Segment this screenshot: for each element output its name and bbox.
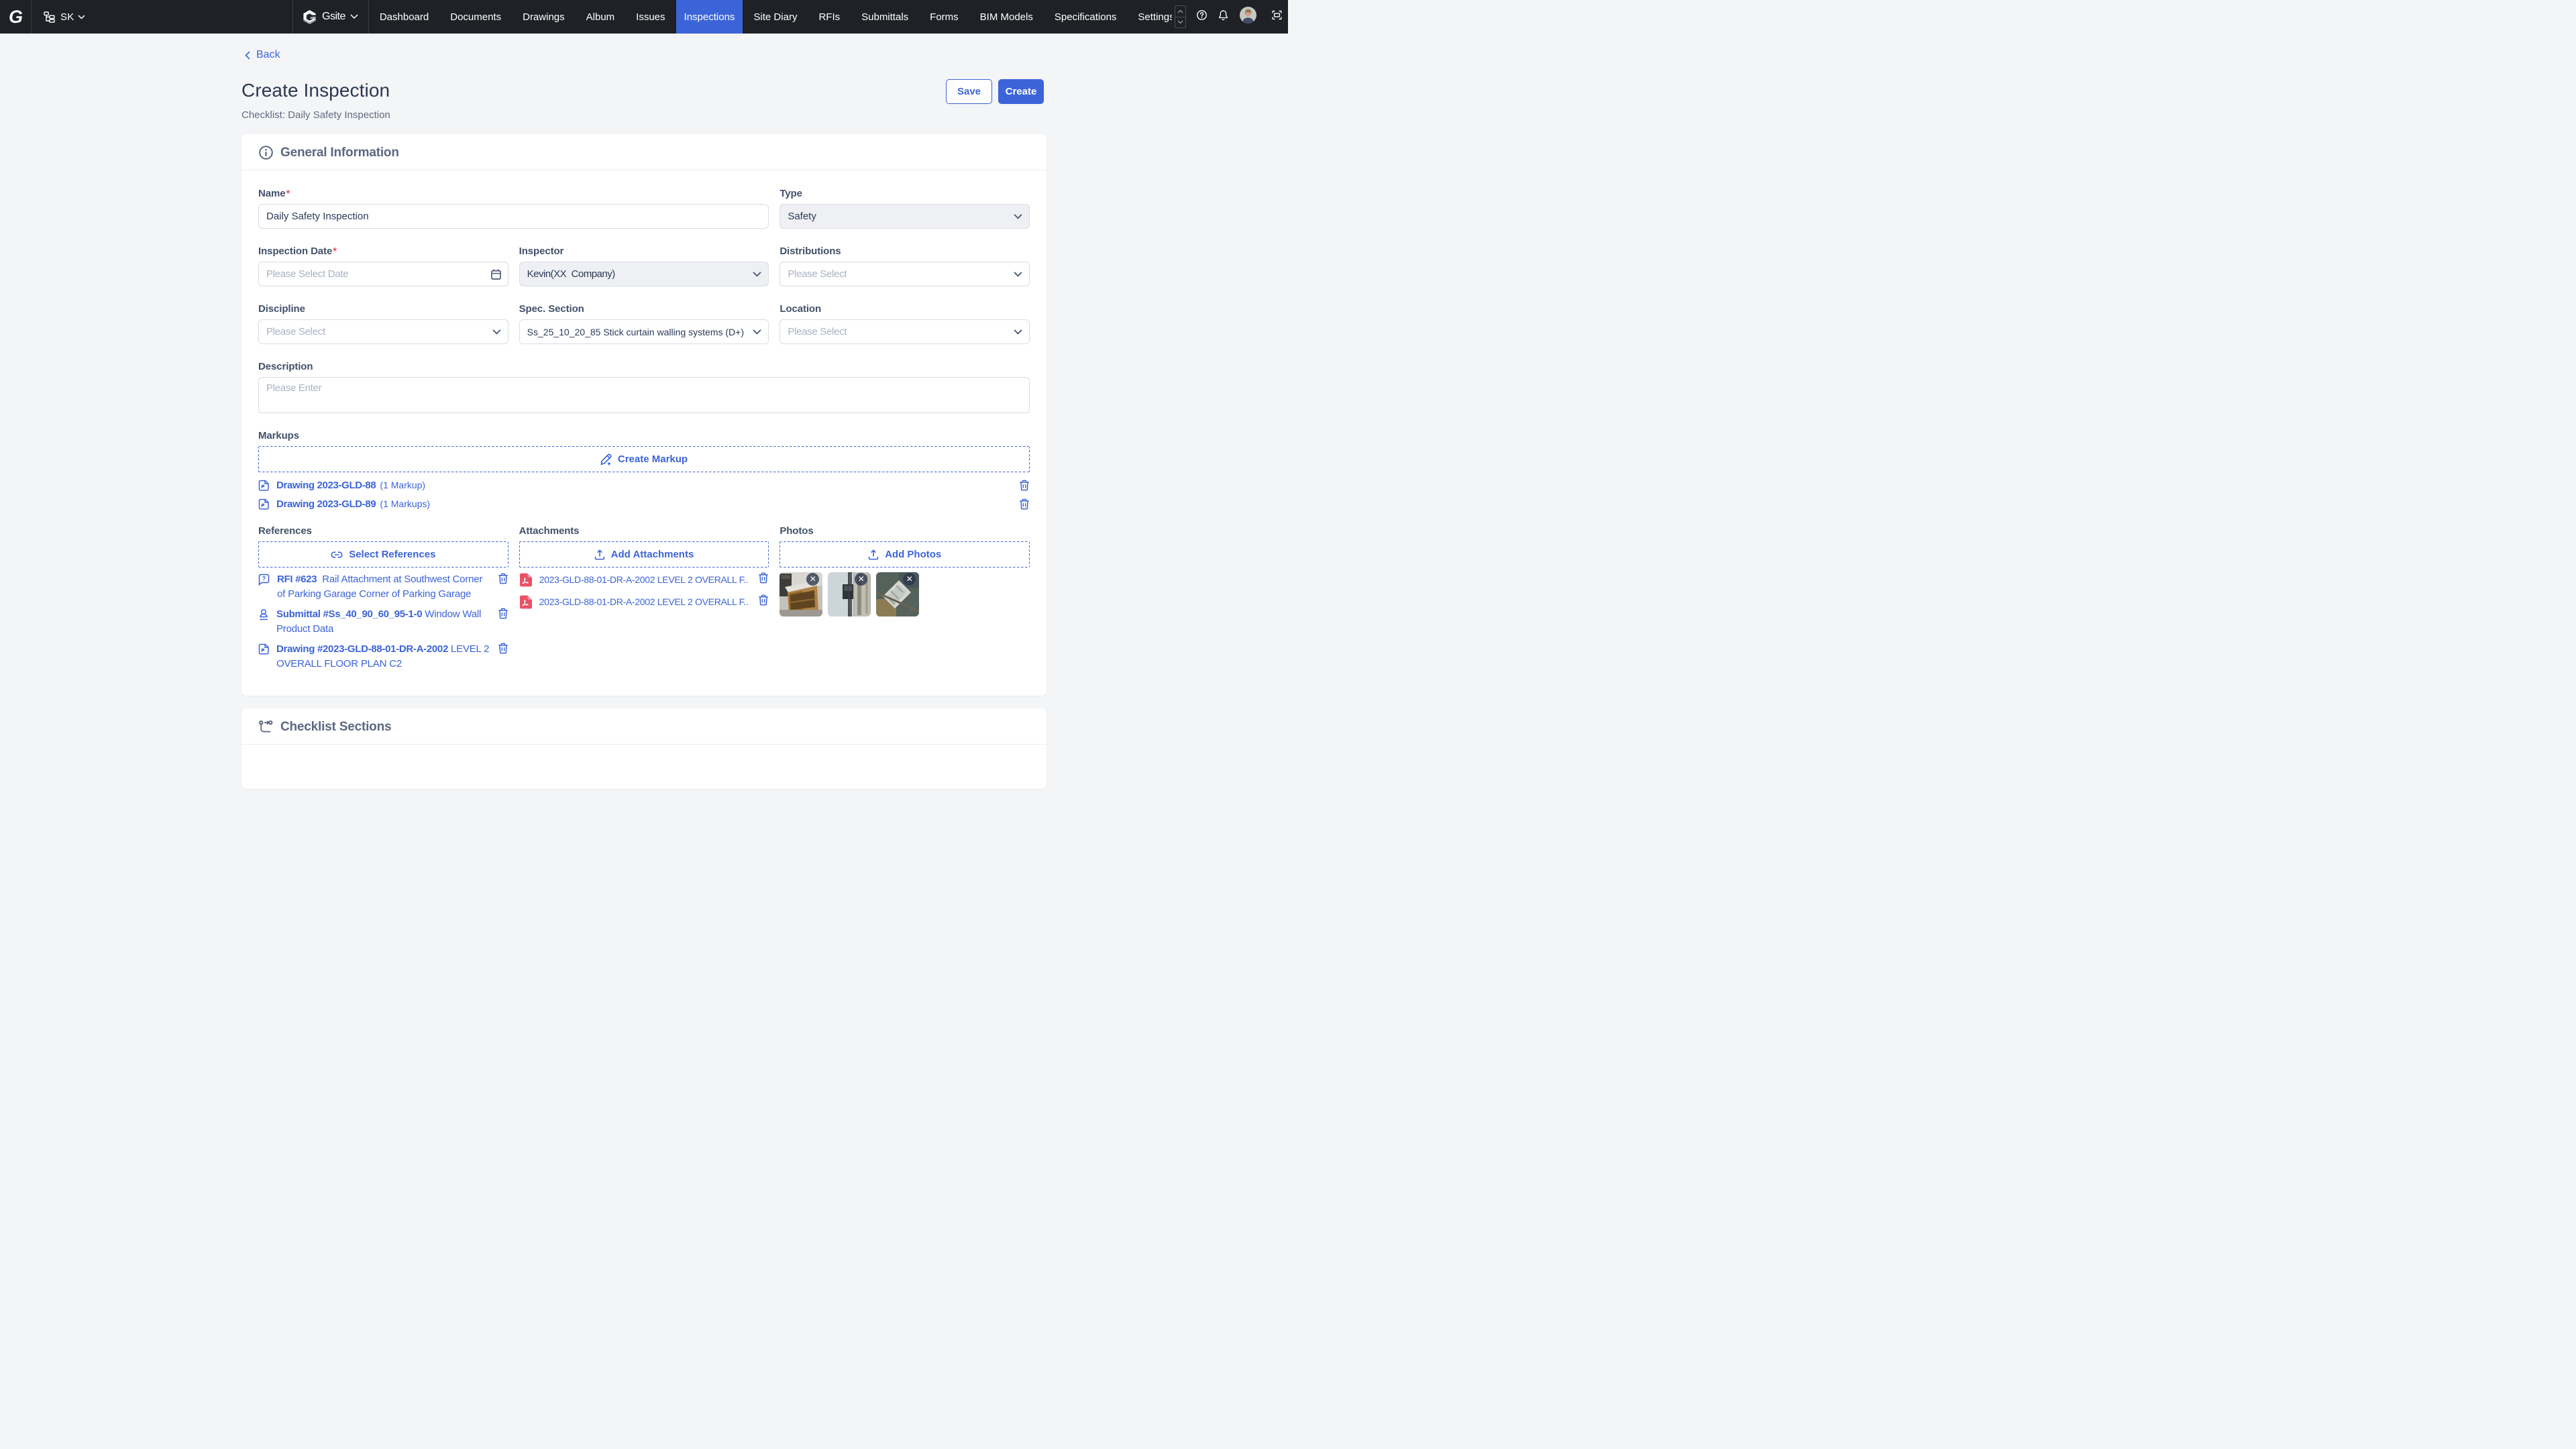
svg-text:?: ? xyxy=(262,576,266,582)
